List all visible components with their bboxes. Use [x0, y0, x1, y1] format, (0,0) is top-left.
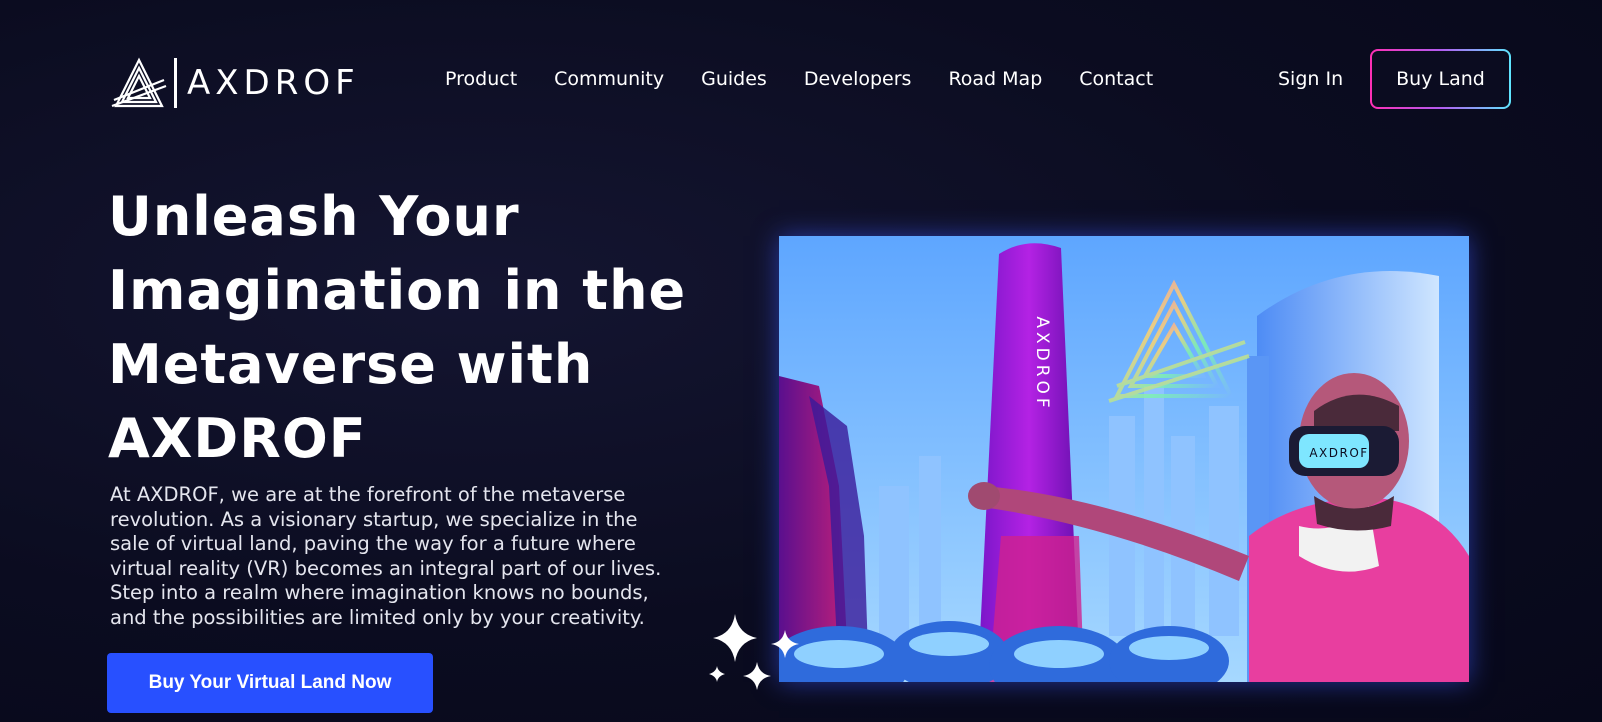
buy-virtual-land-button[interactable]: Buy Your Virtual Land Now: [107, 653, 433, 713]
hero-description-line: At AXDROF, we are at the forefront of th…: [110, 483, 626, 506]
nav-link-developers[interactable]: Developers: [804, 64, 912, 94]
hero-title-line: AXDROF: [108, 407, 367, 470]
hero-title-line: Unleash Your: [108, 185, 520, 248]
hero-title-line: Imagination in the: [108, 259, 687, 322]
axdrof-triangle-logo-icon: [111, 57, 167, 108]
vr-metaverse-city-illustration-icon: AXDROF AXDROF: [779, 236, 1469, 682]
hero-description-line: and the possibilities are limited only b…: [110, 605, 645, 629]
headset-label: AXDROF: [1309, 446, 1368, 460]
hero-image: AXDROF AXDROF: [779, 236, 1469, 682]
buy-land-button[interactable]: Buy Land: [1370, 49, 1511, 109]
hero-description-line: sale of virtual land, paving the way for…: [110, 532, 636, 555]
tower-label: AXDROF: [1032, 316, 1052, 411]
nav-link-guides[interactable]: Guides: [701, 64, 767, 94]
hero-description-line: Step into a realm where imagination know…: [110, 581, 649, 604]
brand-divider: [174, 58, 177, 108]
nav-link-contact[interactable]: Contact: [1079, 64, 1153, 94]
brand-logo[interactable]: AXDROF: [110, 56, 360, 110]
brand-name: AXDROF: [187, 63, 360, 103]
nav-link-road-map[interactable]: Road Map: [948, 64, 1042, 94]
hero-description: At AXDROF, we are at the forefront of th…: [110, 483, 690, 630]
hero-description-line: revolution. As a visionary startup, we s…: [110, 507, 638, 531]
sparkles-icon: [709, 614, 799, 690]
navbar: AXDROF Product Community Guides Develope…: [0, 0, 1602, 160]
hero-title: Unleash Your Imagination in the Metavers…: [108, 180, 748, 476]
nav-link-community[interactable]: Community: [554, 64, 664, 94]
hero-description-line: virtual reality (VR) becomes an integral…: [110, 556, 662, 580]
buy-land-label: Buy Land: [1372, 51, 1509, 107]
nav-link-product[interactable]: Product: [445, 64, 517, 94]
sign-in-link[interactable]: Sign In: [1278, 64, 1343, 94]
main-nav: Product Community Guides Developers Road…: [445, 64, 1190, 94]
hero-title-line: Metaverse with: [108, 333, 594, 396]
